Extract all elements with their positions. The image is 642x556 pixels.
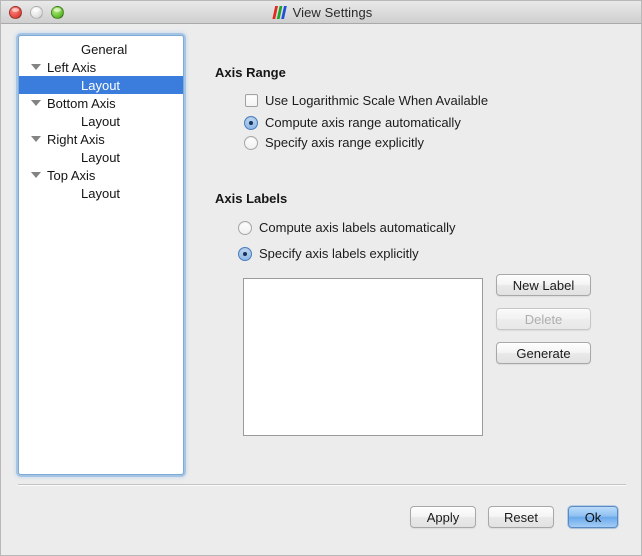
tree-item-label: Top Axis (47, 167, 96, 183)
tree-item-layout-4[interactable]: Layout (19, 112, 183, 130)
tree-item-label: Layout (81, 185, 121, 201)
tree-item-label: Right Axis (47, 131, 105, 147)
tree-item-left-axis-1[interactable]: Left Axis (19, 58, 183, 76)
tree-item-top-axis-7[interactable]: Top Axis (19, 166, 183, 184)
tree-item-layout-8[interactable]: Layout (19, 184, 183, 202)
disclosure-triangle-icon[interactable] (28, 100, 44, 106)
specify-axis-range-radio[interactable] (244, 135, 258, 150)
chevron-down-icon (31, 64, 41, 70)
axis-range-heading: Axis Range (215, 65, 286, 80)
tree-item-label: Bottom Axis (47, 95, 116, 111)
tree-item-label: Left Axis (47, 59, 97, 75)
bars-chart-icon (271, 6, 287, 19)
logarithmic-scale-checkbox[interactable] (245, 94, 258, 107)
minimize-button[interactable] (30, 6, 43, 19)
chevron-down-icon (31, 100, 41, 106)
delete-label-button: Delete (496, 308, 591, 330)
settings-tree-list: General Left Axis Layout Bottom Axis Layout R… (19, 36, 183, 202)
logarithmic-scale-checkbox-row[interactable]: Use Logarithmic Scale When Available (245, 93, 488, 108)
window-controls (9, 6, 64, 19)
apply-button[interactable]: Apply (410, 506, 476, 528)
disclosure-triangle-icon[interactable] (28, 64, 44, 70)
disclosure-triangle-icon[interactable] (28, 172, 44, 178)
specify-axis-range-label: Specify axis range explicitly (265, 135, 424, 150)
compute-axis-labels-label: Compute axis labels automatically (259, 220, 456, 235)
titlebar: View Settings (1, 1, 641, 24)
tree-item-layout-6[interactable]: Layout (19, 148, 183, 166)
tree-item-label: General (81, 41, 128, 57)
tree-item-general-0[interactable]: General (19, 40, 183, 58)
tree-item-bottom-axis-3[interactable]: Bottom Axis (19, 94, 183, 112)
specify-axis-range-radio-row[interactable]: Specify axis range explicitly (244, 135, 424, 150)
new-label-button[interactable]: New Label (496, 274, 591, 296)
axis-labels-heading: Axis Labels (215, 191, 288, 206)
ok-button[interactable]: Ok (568, 506, 618, 528)
specify-axis-labels-radio-row[interactable]: Specify axis labels explicitly (238, 246, 419, 261)
title-center: View Settings (1, 1, 641, 24)
compute-axis-range-label: Compute axis range automatically (265, 115, 461, 130)
generate-labels-button[interactable]: Generate (496, 342, 591, 364)
close-button[interactable] (9, 6, 22, 19)
compute-axis-labels-radio-row[interactable]: Compute axis labels automatically (238, 220, 456, 235)
settings-tree[interactable]: General Left Axis Layout Bottom Axis Layout R… (18, 35, 184, 475)
axis-labels-listbox[interactable] (243, 278, 483, 436)
disclosure-triangle-icon[interactable] (28, 136, 44, 142)
tree-item-layout-2[interactable]: Layout (19, 76, 183, 94)
tree-item-label: Layout (81, 149, 121, 165)
chevron-down-icon (31, 172, 41, 178)
tree-item-label: Layout (81, 77, 121, 93)
footer-separator (18, 484, 626, 486)
compute-axis-range-radio[interactable] (244, 115, 258, 130)
zoom-button[interactable] (51, 6, 64, 19)
reset-button[interactable]: Reset (488, 506, 554, 528)
compute-axis-range-radio-row[interactable]: Compute axis range automatically (244, 115, 461, 130)
window-title: View Settings (292, 5, 373, 20)
specify-axis-labels-radio[interactable] (238, 246, 252, 261)
tree-item-right-axis-5[interactable]: Right Axis (19, 130, 183, 148)
tree-item-label: Layout (81, 113, 121, 129)
view-settings-window: View Settings General Left Axis Layout Bott… (0, 0, 642, 556)
specify-axis-labels-label: Specify axis labels explicitly (259, 246, 419, 261)
chevron-down-icon (31, 136, 41, 142)
compute-axis-labels-radio[interactable] (238, 220, 252, 235)
logarithmic-scale-label: Use Logarithmic Scale When Available (265, 93, 489, 108)
